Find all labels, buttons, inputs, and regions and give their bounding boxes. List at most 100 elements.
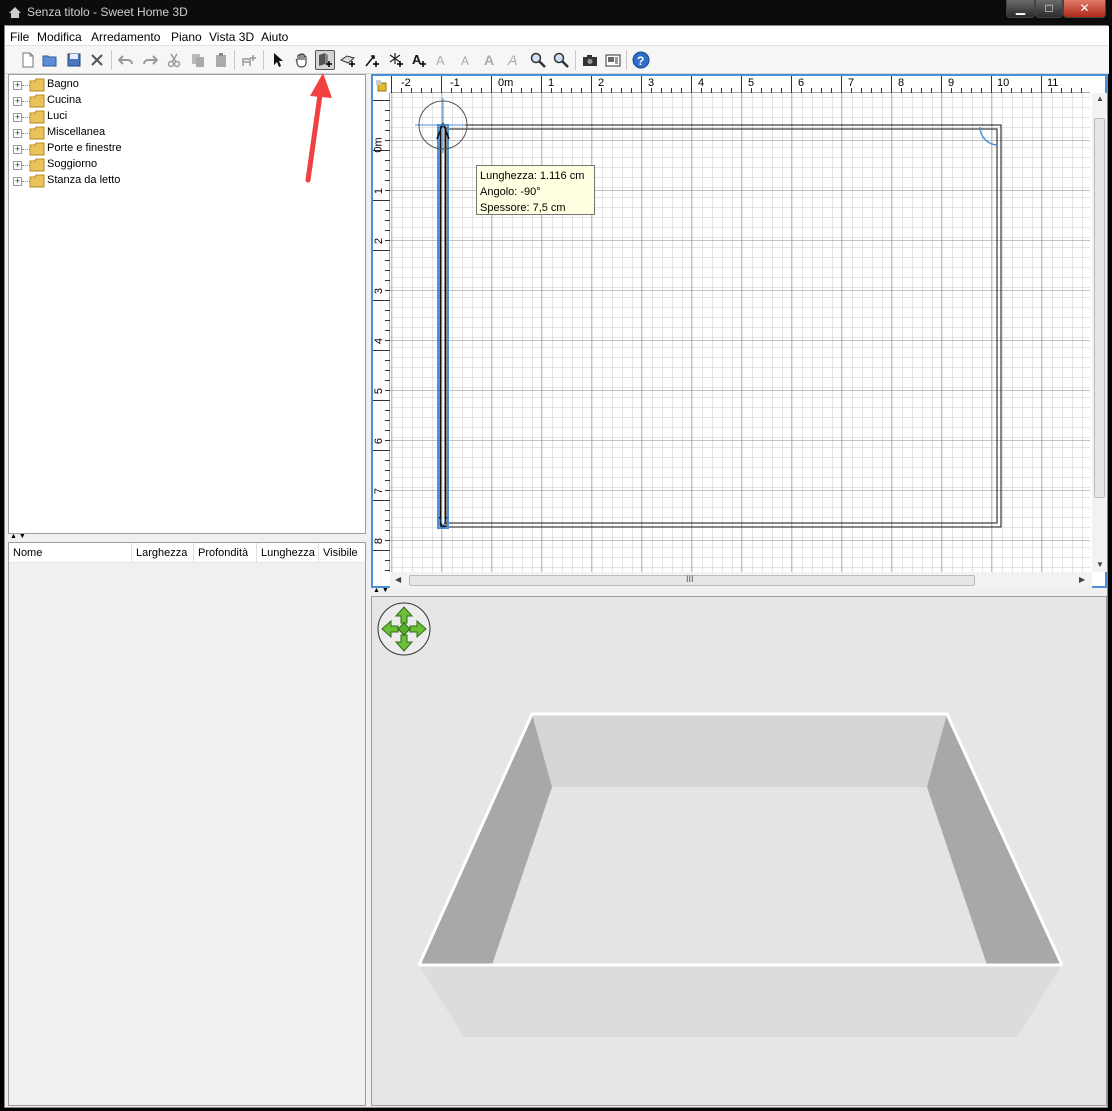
scroll-down-icon[interactable]: ▼ [1096, 560, 1104, 569]
ruler-label: 6 [373, 437, 386, 445]
svg-text:A: A [484, 52, 494, 68]
save-icon[interactable] [64, 50, 84, 70]
svg-text:A: A [507, 52, 517, 68]
add-furniture-icon[interactable] [239, 50, 259, 70]
create-walls-icon[interactable] [315, 50, 335, 70]
zoom-out-icon[interactable] [551, 50, 571, 70]
tooltip-thickness: Spessore: 7,5 cm [480, 202, 566, 214]
paste-icon[interactable] [211, 50, 231, 70]
menu-bar: File Modifica Arredamento Piano Vista 3D… [5, 26, 1109, 46]
3d-view[interactable] [371, 596, 1107, 1106]
close-button[interactable]: ✕ [1063, 0, 1106, 18]
split-pane-arrows[interactable]: ▲▼ [10, 533, 28, 540]
folder-icon [29, 174, 45, 188]
create-dimensions-icon[interactable] [362, 50, 382, 70]
pan-mode-icon[interactable] [292, 50, 312, 70]
ruler-label: 7 [848, 77, 855, 89]
new-home-icon[interactable] [18, 50, 38, 70]
app-window: File Modifica Arredamento Piano Vista 3D… [4, 25, 1109, 1108]
expand-icon[interactable]: + [13, 81, 22, 90]
decrease-text-size-icon[interactable]: A [457, 50, 477, 70]
folder-icon [29, 158, 45, 172]
create-rooms-icon[interactable] [338, 50, 358, 70]
toolbar: A A A A A ? [5, 46, 1109, 74]
column-profondita[interactable]: Profondità [194, 543, 257, 563]
vertical-ruler: 0m 1 2 3 4 5 6 7 8 [373, 93, 390, 572]
ruler-label: 8 [373, 537, 386, 545]
scroll-up-icon[interactable]: ▲ [1096, 94, 1104, 103]
plan-view[interactable]: -2 -1 0m 1 2 3 4 5 6 7 8 9 10 11 0m 1 2 … [371, 74, 1107, 588]
title-bar: Senza titolo - Sweet Home 3D ▁ □ ✕ [0, 0, 1112, 25]
menu-file[interactable]: File [10, 30, 29, 44]
ruler-label: -2 [401, 77, 411, 89]
zoom-in-icon[interactable] [528, 50, 548, 70]
horizontal-ruler: -2 -1 0m 1 2 3 4 5 6 7 8 9 10 11 [390, 76, 1090, 93]
ruler-label: 5 [373, 387, 386, 395]
menu-piano[interactable]: Piano [171, 30, 202, 44]
minimize-button[interactable]: ▁ [1006, 0, 1035, 18]
level-corner [373, 76, 390, 93]
expand-icon[interactable]: + [13, 177, 22, 186]
expand-icon[interactable]: + [13, 145, 22, 154]
tooltip-length: Lunghezza: 1.116 cm [480, 170, 585, 182]
horizontal-scroll-thumb[interactable]: III [409, 574, 975, 586]
3d-room-render [417, 712, 1064, 1037]
column-lunghezza[interactable]: Lunghezza [257, 543, 319, 563]
redo-icon[interactable] [140, 50, 160, 70]
ruler-label: 5 [748, 77, 755, 89]
ruler-label: 7 [373, 487, 386, 495]
italic-text-icon[interactable]: A [504, 50, 524, 70]
furniture-table: Nome Larghezza Profondità Lunghezza Visi… [8, 542, 366, 1106]
catalog-category-label: Luci [47, 110, 68, 122]
expand-icon[interactable]: + [13, 161, 22, 170]
scroll-right-icon[interactable]: ▶ [1079, 575, 1085, 584]
expand-icon[interactable]: + [13, 129, 22, 138]
folder-icon [29, 110, 45, 124]
ruler-label: 2 [598, 77, 605, 89]
undo-icon[interactable] [116, 50, 136, 70]
scroll-left-icon[interactable]: ◀ [395, 575, 401, 584]
ruler-label: 3 [648, 77, 655, 89]
split-pane-arrows[interactable]: ▲▼ [373, 587, 391, 594]
window-title: Senza titolo - Sweet Home 3D [27, 5, 188, 19]
ruler-label: 6 [798, 77, 805, 89]
column-larghezza[interactable]: Larghezza [132, 543, 194, 563]
select-mode-icon[interactable] [268, 50, 288, 70]
wall-info-tooltip: Lunghezza: 1.116 cm Angolo: -90° Spessor… [476, 165, 595, 215]
ruler-label: 0m [372, 137, 385, 153]
cut-icon[interactable] [164, 50, 184, 70]
add-text-icon[interactable]: A [409, 50, 429, 70]
create-video-icon[interactable] [603, 50, 623, 70]
ruler-label: 1 [548, 77, 555, 89]
navigation-arrows-control[interactable] [376, 601, 432, 657]
menu-aiuto[interactable]: Aiuto [261, 30, 288, 44]
bold-text-icon[interactable]: A [481, 50, 501, 70]
ruler-label: 0m [498, 77, 514, 89]
catalog-category-label: Porte e finestre [47, 142, 122, 154]
column-visibile[interactable]: Visibile [319, 543, 365, 563]
ruler-label: 4 [373, 337, 386, 345]
preferences-icon[interactable] [87, 50, 107, 70]
increase-text-size-icon[interactable]: A [433, 50, 453, 70]
maximize-button[interactable]: □ [1035, 0, 1063, 18]
vertical-scroll-thumb[interactable] [1094, 118, 1105, 498]
menu-modifica[interactable]: Modifica [37, 30, 82, 44]
svg-text:A: A [461, 54, 469, 68]
tooltip-angle: Angolo: -90° [480, 186, 541, 198]
create-photo-icon[interactable] [580, 50, 600, 70]
expand-icon[interactable]: + [13, 97, 22, 106]
open-icon[interactable] [40, 50, 60, 70]
copy-icon[interactable] [188, 50, 208, 70]
ruler-label: 2 [373, 237, 386, 245]
create-labels-icon[interactable] [386, 50, 406, 70]
menu-arredamento[interactable]: Arredamento [91, 30, 160, 44]
expand-icon[interactable]: + [13, 113, 22, 122]
help-icon[interactable]: ? [631, 50, 651, 70]
plan-vertical-scrollbar[interactable]: ▲ ▼ [1092, 93, 1107, 572]
column-nome[interactable]: Nome [9, 543, 132, 563]
furniture-table-header: Nome Larghezza Profondità Lunghezza Visi… [9, 543, 365, 563]
plan-horizontal-scrollbar[interactable]: ◀ III ▶ [390, 572, 1092, 588]
ruler-label: 11 [1047, 77, 1059, 89]
menu-vista-3d[interactable]: Vista 3D [209, 30, 254, 44]
plan-grid[interactable]: Lunghezza: 1.116 cm Angolo: -90° Spessor… [390, 93, 1090, 572]
